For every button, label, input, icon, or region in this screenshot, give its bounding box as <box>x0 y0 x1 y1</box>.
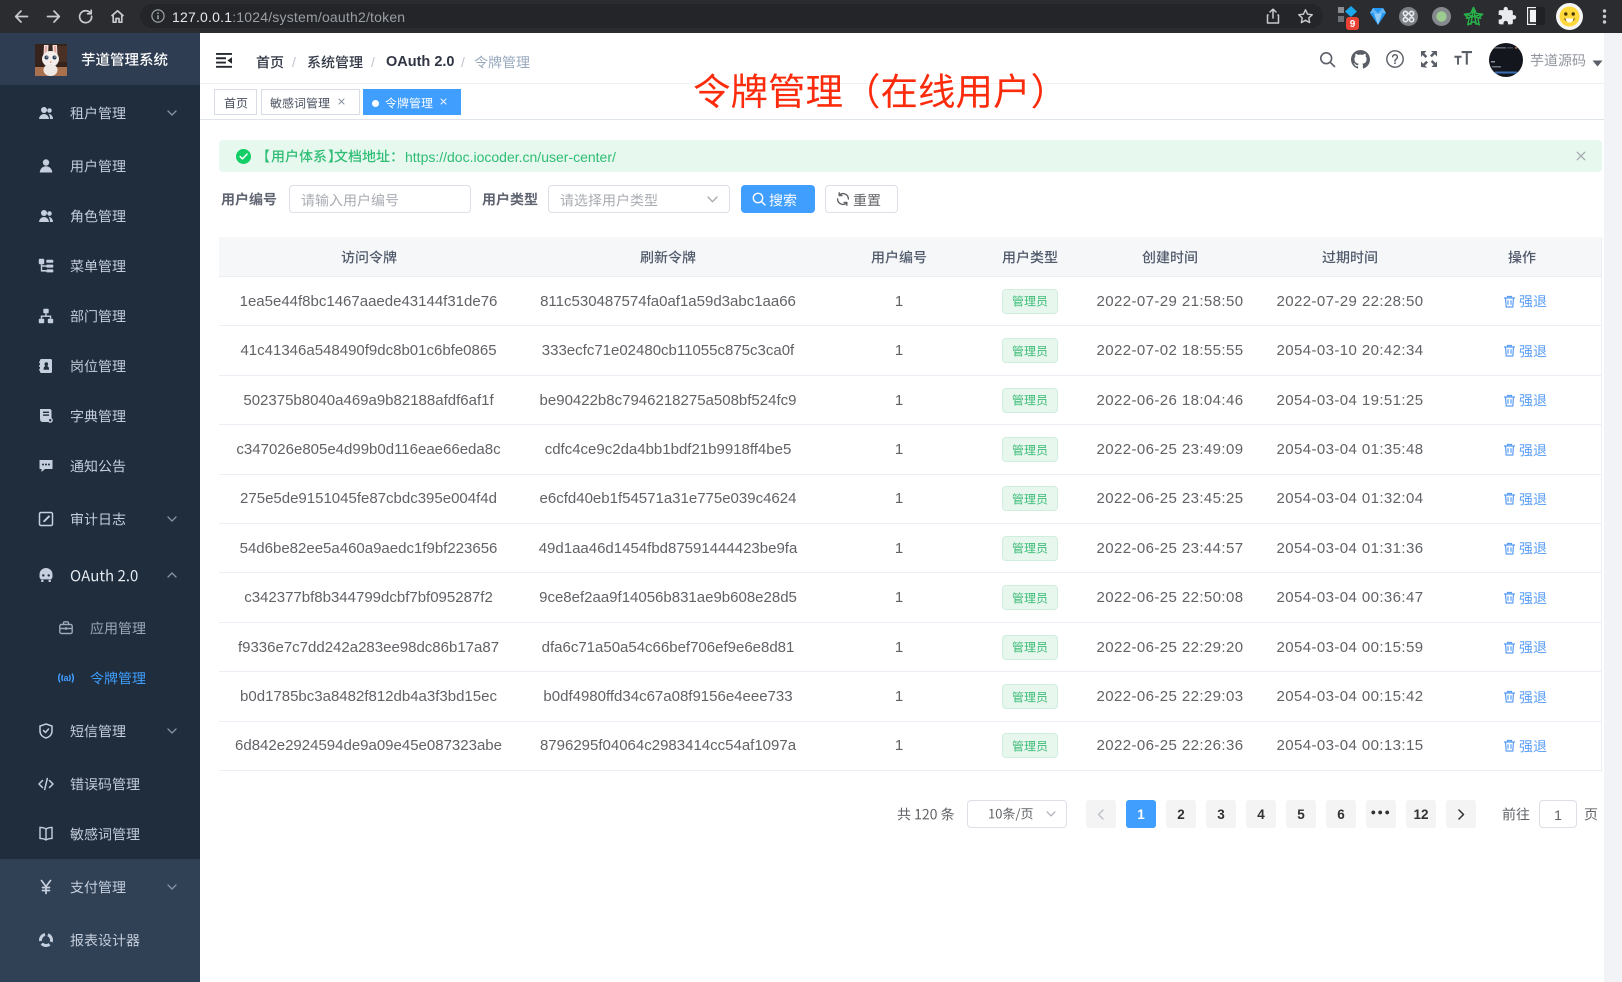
svg-text:a: a <box>63 673 69 683</box>
svg-text:9: 9 <box>1350 19 1356 30</box>
